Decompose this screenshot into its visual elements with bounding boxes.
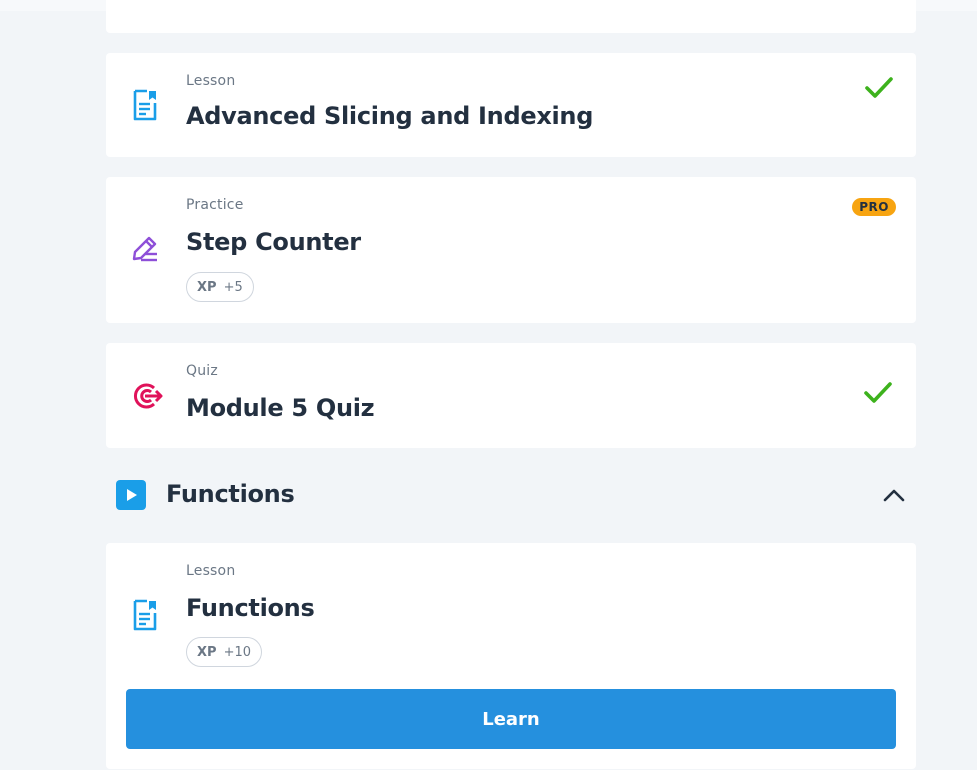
lesson-card[interactable]: Lesson Advanced Slicing and Indexing (106, 53, 916, 157)
learn-button[interactable]: Learn (126, 689, 896, 749)
xp-label: XP (197, 644, 217, 660)
completed-check-icon (864, 75, 894, 101)
item-title[interactable]: Functions (186, 594, 315, 622)
lesson-document-icon (130, 598, 160, 632)
xp-reward-pill: XP +5 (186, 272, 254, 302)
play-icon (116, 480, 146, 510)
previous-item-card[interactable] (106, 0, 916, 33)
section-title: Functions (166, 480, 295, 508)
item-title[interactable]: Step Counter (186, 228, 361, 256)
xp-label: XP (197, 279, 217, 295)
lesson-document-icon (130, 88, 160, 122)
item-type-label: Quiz (186, 363, 218, 379)
chevron-up-icon[interactable] (882, 484, 906, 506)
item-type-label: Practice (186, 197, 244, 213)
pro-badge: PRO (852, 198, 896, 216)
item-type-label: Lesson (186, 563, 236, 579)
quiz-card[interactable]: Quiz Module 5 Quiz (106, 343, 916, 448)
practice-pencil-icon (130, 231, 160, 265)
item-title[interactable]: Module 5 Quiz (186, 394, 375, 422)
lesson-card[interactable]: Lesson Functions XP +10 Learn (106, 543, 916, 769)
quiz-target-icon (130, 379, 163, 413)
completed-check-icon (863, 380, 893, 406)
section-header-functions[interactable]: Functions (106, 470, 916, 520)
xp-value: +5 (223, 279, 243, 295)
item-title[interactable]: Advanced Slicing and Indexing (186, 102, 593, 130)
item-type-label: Lesson (186, 73, 236, 89)
xp-reward-pill: XP +10 (186, 637, 262, 667)
practice-card[interactable]: Practice Step Counter PRO XP +5 (106, 177, 916, 323)
xp-value: +10 (223, 644, 251, 660)
